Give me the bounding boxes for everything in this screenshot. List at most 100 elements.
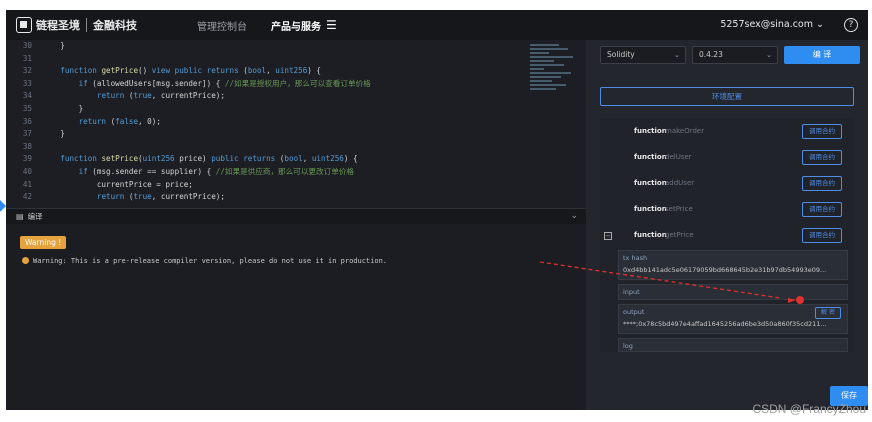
code-line[interactable]: 37 } [6,128,586,141]
code-editor[interactable]: 30 } 31 32 function getPrice() view public… [6,40,586,208]
line-number: 31 [22,53,32,63]
function-keyword: function [634,153,667,161]
warning-icon [22,257,29,264]
minimap[interactable] [530,42,578,122]
code-line[interactable]: 32 function getPrice() view public retur… [6,65,586,78]
document-icon: ▤ [16,212,24,221]
version-value: 0.4.23 [699,50,723,59]
top-nav: 链程圣境 金融科技 管理控制台 产品与服务 ☰ 5257sex@sina.com… [6,10,868,40]
code-line[interactable]: 42 return (true, currentPrice); [6,191,586,204]
collapse-minus-icon[interactable]: − [604,232,612,240]
code-text: if (allowedUsers[msg.sender]) { //如果是授权用… [78,78,371,88]
call-contract-button[interactable]: 调用合约 [802,176,842,191]
code-text: if (msg.sender == supplier) { //如果是供应商，那… [78,166,354,176]
function-name: makeOrder [665,127,705,135]
code-text: return (true, currentPrice); [96,91,225,101]
language-select[interactable]: Solidity ⌄ [600,46,686,64]
logo-icon [16,17,32,33]
line-number: 38 [22,141,32,151]
call-contract-button[interactable]: 调用合约 [802,228,842,243]
log-box: log [618,338,848,352]
app-window: 链程圣境 金融科技 管理控制台 产品与服务 ☰ 5257sex@sina.com… [6,10,868,410]
code-text: return (false, 0); [78,116,161,126]
line-number: 34 [22,91,32,101]
chevron-down-icon: ⌄ [816,19,824,30]
line-number: 42 [22,192,32,202]
brand-right: 金融科技 [93,19,137,32]
code-text: } [42,41,65,50]
code-lines: 30 } 31 32 function getPrice() view public… [6,40,586,204]
tx-hash-box: tx hash 0xd4bb141adc5e06179059bd668645b2… [618,250,848,280]
warning-badge: Warning ! [20,236,67,249]
code-line[interactable]: 30 } [6,40,586,53]
csdn-watermark: CSDN @FrancyZhou [752,402,866,416]
chevron-down-icon: ⌄ [674,51,680,59]
code-line[interactable]: 34 return (true, currentPrice); [6,90,586,103]
input-box: input [618,284,848,300]
function-row: function makeOrder 调用合约 [600,120,854,146]
code-line[interactable]: 36 return (false, 0); [6,116,586,129]
code-line[interactable]: 40 if (msg.sender == supplier) { //如果是供应… [6,166,586,179]
function-name: getPrice [665,231,694,239]
collapse-icon[interactable]: ⌄ [570,211,578,221]
code-text: } [42,103,84,113]
code-line[interactable]: 35 } [6,103,586,116]
call-contract-button[interactable]: 调用合约 [802,150,842,165]
call-contract-button[interactable]: 调用合约 [802,124,842,139]
warning-message: Warning: This is a pre-release compiler … [22,257,387,265]
function-name: addUser [665,179,695,187]
function-list: function makeOrder 调用合约 function delUser… [600,118,854,352]
function-row: function delUser 调用合约 [600,146,854,172]
line-number: 36 [22,116,32,126]
menu-icon[interactable]: ☰ [326,18,337,32]
line-number: 30 [22,41,32,50]
compile-panel-title: 编译 [27,212,43,221]
function-keyword: function [634,179,667,187]
input-label: input [623,288,640,296]
nav-products[interactable]: 产品与服务 [271,18,321,33]
nav-console[interactable]: 管理控制台 [197,18,247,33]
chevron-down-icon: ⌄ [766,51,772,59]
brand-left: 链程圣境 [36,19,80,32]
function-name: delUser [665,153,692,161]
function-keyword: function [634,231,667,239]
code-text: currentPrice = price; [42,179,193,189]
compile-output: Warning ! Warning: This is a pre-release… [6,224,586,410]
compile-button[interactable]: 编 译 [784,46,860,64]
code-line[interactable]: 39 function setPrice(uint256 price) publ… [6,153,586,166]
code-text: function getPrice() view public returns … [60,66,321,76]
panel-toggle-arrow-icon[interactable] [0,200,6,212]
function-row-expanded: − function getPrice 调用合约 [600,224,854,250]
function-keyword: function [634,205,667,213]
line-number: 32 [22,66,32,76]
tx-hash-value: 0xd4bb141adc5e06179059bd668645b2e31b97db… [623,266,827,274]
logo: 链程圣境 金融科技 [16,17,137,33]
line-number: 39 [22,154,32,164]
line-number: 40 [22,166,32,176]
question-circle-icon[interactable]: ? [844,18,858,32]
function-keyword: function [634,127,667,135]
tx-hash-label: tx hash [623,254,648,262]
language-value: Solidity [607,50,635,59]
user-menu[interactable]: 5257sex@sina.com ⌄ [720,19,824,30]
code-line[interactable]: 41 currentPrice = price; [6,179,586,192]
function-row: function setPrice 调用合约 [600,198,854,224]
code-text: } [42,129,65,139]
log-label: log [623,342,633,350]
call-contract-button[interactable]: 调用合约 [802,202,842,217]
function-row: function addUser 调用合约 [600,172,854,198]
code-line[interactable]: 31 [6,53,586,66]
decode-button[interactable]: 解 密 [815,307,841,319]
compile-panel-header: ▤ 编译 ⌄ [6,208,586,224]
code-line[interactable]: 38 [6,141,586,154]
env-config-button[interactable]: 环境配置 [600,87,854,106]
version-select[interactable]: 0.4.23 ⌄ [692,46,778,64]
line-number: 33 [22,78,32,88]
code-text: function setPrice(uint256 price) public … [60,154,358,164]
code-line[interactable]: 33 if (allowedUsers[msg.sender]) { //如果是… [6,78,586,91]
code-text: return (true, currentPrice); [96,192,225,202]
output-label: output [623,308,645,316]
line-number: 35 [22,103,32,113]
warning-text: Warning: This is a pre-release compiler … [33,257,388,265]
brand-divider [86,18,87,32]
